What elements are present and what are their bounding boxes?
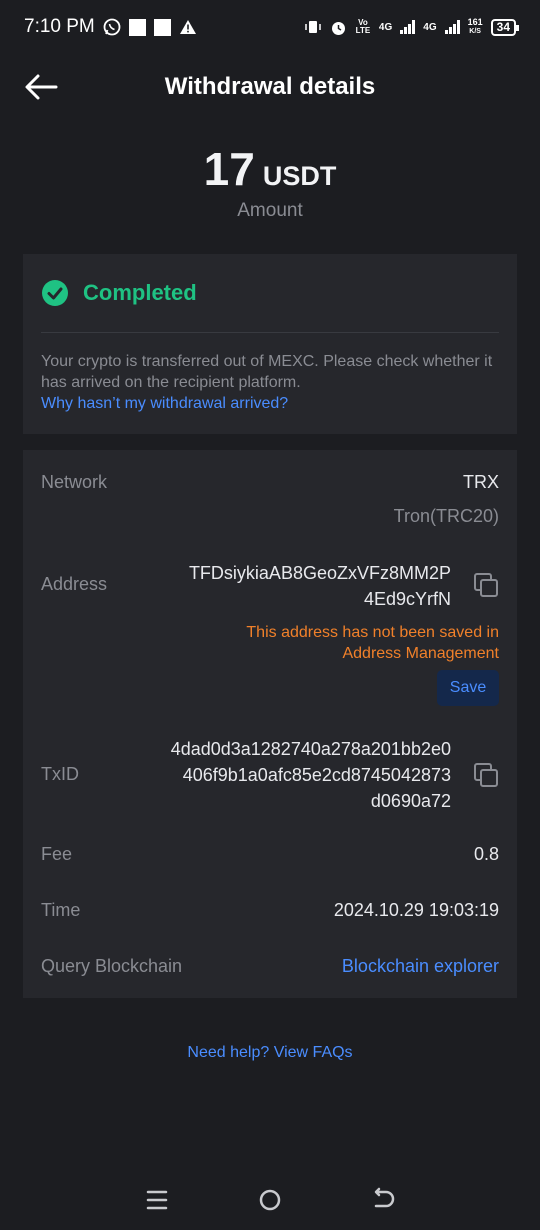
query-blockchain-row: Query Blockchain Blockchain explorer: [41, 956, 499, 982]
amount-value: 17: [203, 143, 255, 195]
save-address-button[interactable]: Save: [437, 670, 499, 706]
fee-label: Fee: [41, 844, 73, 864]
network-speed-unit: K/S: [469, 28, 481, 35]
txid-line-1: 4dad0d3a1282740a278a201bb2e0: [170, 739, 451, 759]
status-description: Your crypto is transferred out of MEXC. …: [41, 353, 493, 391]
address-value: TFDsiykiaAB8GeoZxVFz8MM2P 4Ed9cYrfN: [189, 560, 451, 612]
vibrate-icon: [305, 21, 321, 33]
home-icon[interactable]: [256, 1186, 284, 1214]
signal-icon: [400, 20, 416, 34]
txid-line-2: 406f9b1a0afc85e2cd8745042873: [182, 765, 451, 785]
amount-unit: USDT: [262, 161, 337, 191]
notification-square-icon: [153, 18, 171, 36]
txid-line-3: d0690a72: [370, 791, 451, 811]
details-card: Network TRX Tron(TRC20) Address TFDsiyki…: [23, 450, 517, 998]
status-bar-right: Vo LTE 4G 4G 161 K/S 34: [304, 18, 520, 36]
blockchain-explorer-link[interactable]: Blockchain explorer: [342, 956, 499, 977]
copy-icon[interactable]: [473, 762, 499, 788]
fee-row: Fee 0.8: [41, 844, 499, 870]
address-line-2: 4Ed9cYrfN: [363, 589, 451, 609]
network-speed-value: 161: [467, 17, 483, 27]
fee-value: 0.8: [473, 844, 499, 864]
amount-section: 17 USDT Amount: [0, 142, 540, 222]
network-row: Network TRX Tron(TRC20): [41, 472, 499, 542]
txid-value: 4dad0d3a1282740a278a201bb2e0 406f9b1a0af…: [171, 736, 451, 814]
network-value: TRX: [463, 472, 499, 492]
header: Withdrawal details: [0, 60, 540, 114]
address-row: Address TFDsiykiaAB8GeoZxVFz8MM2P 4Ed9cY…: [41, 560, 499, 710]
address-warning-line-1: This address has not been saved in: [246, 624, 499, 641]
time-row: Time 2024.10.29 19:03:19: [41, 900, 499, 926]
warning-icon: [179, 20, 196, 34]
txid-label: TxID: [41, 764, 79, 784]
recent-apps-icon[interactable]: [143, 1186, 171, 1214]
network-speed: 161 K/S: [468, 18, 483, 36]
help-faq-link[interactable]: Need help? View FAQs: [0, 1044, 540, 1062]
system-nav-bar: [0, 1170, 540, 1230]
amount-label: Amount: [237, 200, 303, 221]
arrow-left-icon[interactable]: [24, 73, 60, 101]
page-title: Withdrawal details: [164, 73, 376, 100]
time-value: 2024.10.29 19:03:19: [333, 900, 499, 920]
divider: [41, 332, 499, 333]
back-nav-icon[interactable]: [369, 1186, 397, 1214]
battery-icon: 34: [490, 18, 520, 36]
network-label: Network: [41, 472, 108, 492]
address-label: Address: [41, 574, 108, 594]
amount-line: 17 USDT: [0, 142, 540, 196]
network-sub: Tron(TRC20): [393, 506, 499, 526]
network-type-1: 4G: [378, 21, 393, 33]
address-warning-line-2: Address Management: [342, 645, 499, 662]
txid-row: TxID 4dad0d3a1282740a278a201bb2e0 406f9b…: [41, 736, 499, 816]
clock: 7:10 PM: [24, 16, 95, 37]
address-line-1: TFDsiykiaAB8GeoZxVFz8MM2P: [188, 563, 451, 583]
whatsapp-icon: [103, 18, 121, 36]
status-bar: 7:10 PM Vo LTE 4G 4G 161 K/S 34: [0, 0, 540, 54]
time-label: Time: [41, 900, 81, 920]
volte-indicator: Vo LTE: [355, 18, 371, 35]
status-row: Completed: [41, 254, 499, 332]
address-warning: This address has not been saved in Addre…: [246, 622, 499, 664]
alarm-icon: [331, 21, 345, 35]
withdrawal-help-link[interactable]: Why hasn’t my withdrawal arrived?: [41, 393, 499, 414]
battery-level: 34: [496, 19, 510, 34]
check-circle-icon: [42, 280, 68, 306]
copy-icon[interactable]: [473, 572, 499, 598]
notification-square-icon: [128, 18, 146, 36]
status-card: Completed Your crypto is transferred out…: [23, 254, 517, 434]
query-blockchain-label: Query Blockchain: [41, 956, 183, 976]
network-type-2: 4G: [423, 21, 437, 33]
signal-icon: [444, 20, 460, 34]
status-text: Completed: [83, 280, 197, 305]
status-bar-left: 7:10 PM: [24, 16, 197, 38]
